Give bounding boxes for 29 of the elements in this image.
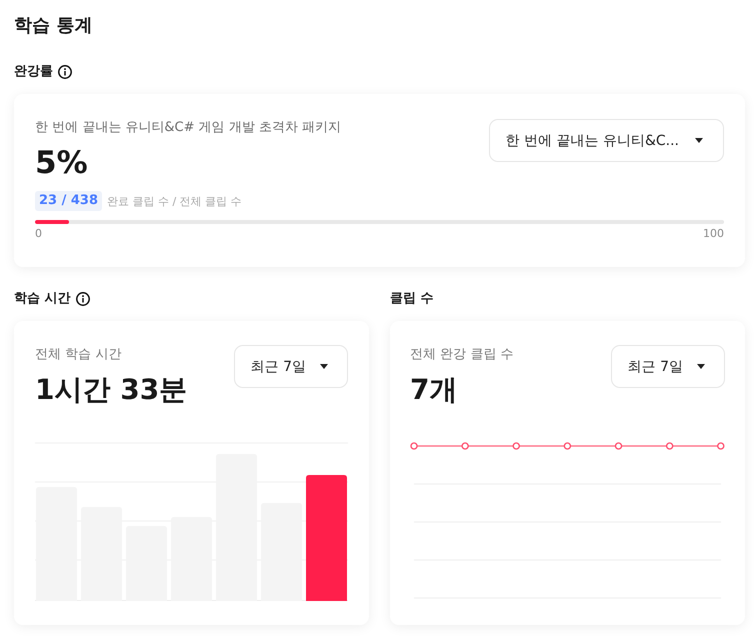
section-label: 학습 시간 [14,290,71,308]
metric-value: 1시간 33분 [35,372,188,408]
info-icon[interactable] [58,65,72,79]
course-dropdown[interactable]: 한 번에 끝내는 유니티&C... [488,119,724,162]
metric-caption: 전체 완강 클립 수 [410,346,514,364]
course-name: 한 번에 끝내는 유니티&C# 게임 개발 초격차 패키지 [35,119,342,137]
scale-min-label: 0 [35,227,42,241]
data-point [666,442,674,450]
caret-icon [695,138,703,143]
count-caption: 완료 클립 수 / 전체 클립 수 [107,194,242,208]
clip-count: 23 / 438 [35,191,102,211]
data-point [512,442,520,450]
info-icon[interactable] [76,292,90,306]
section-label: 완강률 [14,63,53,81]
period-dropdown[interactable]: 최근 7일 [610,345,725,388]
data-point [717,442,724,450]
completion-percent: 5% [35,145,89,181]
caret-icon [697,364,705,369]
period-dropdown[interactable]: 최근 7일 [234,345,348,388]
section-label: 클립 수 [390,290,434,308]
caret-icon [320,364,328,369]
data-point [614,442,622,450]
metric-value: 7개 [410,372,458,408]
data-point [564,442,572,450]
scale-max-label: 100 [703,227,724,241]
data-point [461,442,469,450]
page-title: 학습 통계 [14,14,94,38]
data-point [410,442,418,450]
metric-caption: 전체 학습 시간 [35,346,122,364]
